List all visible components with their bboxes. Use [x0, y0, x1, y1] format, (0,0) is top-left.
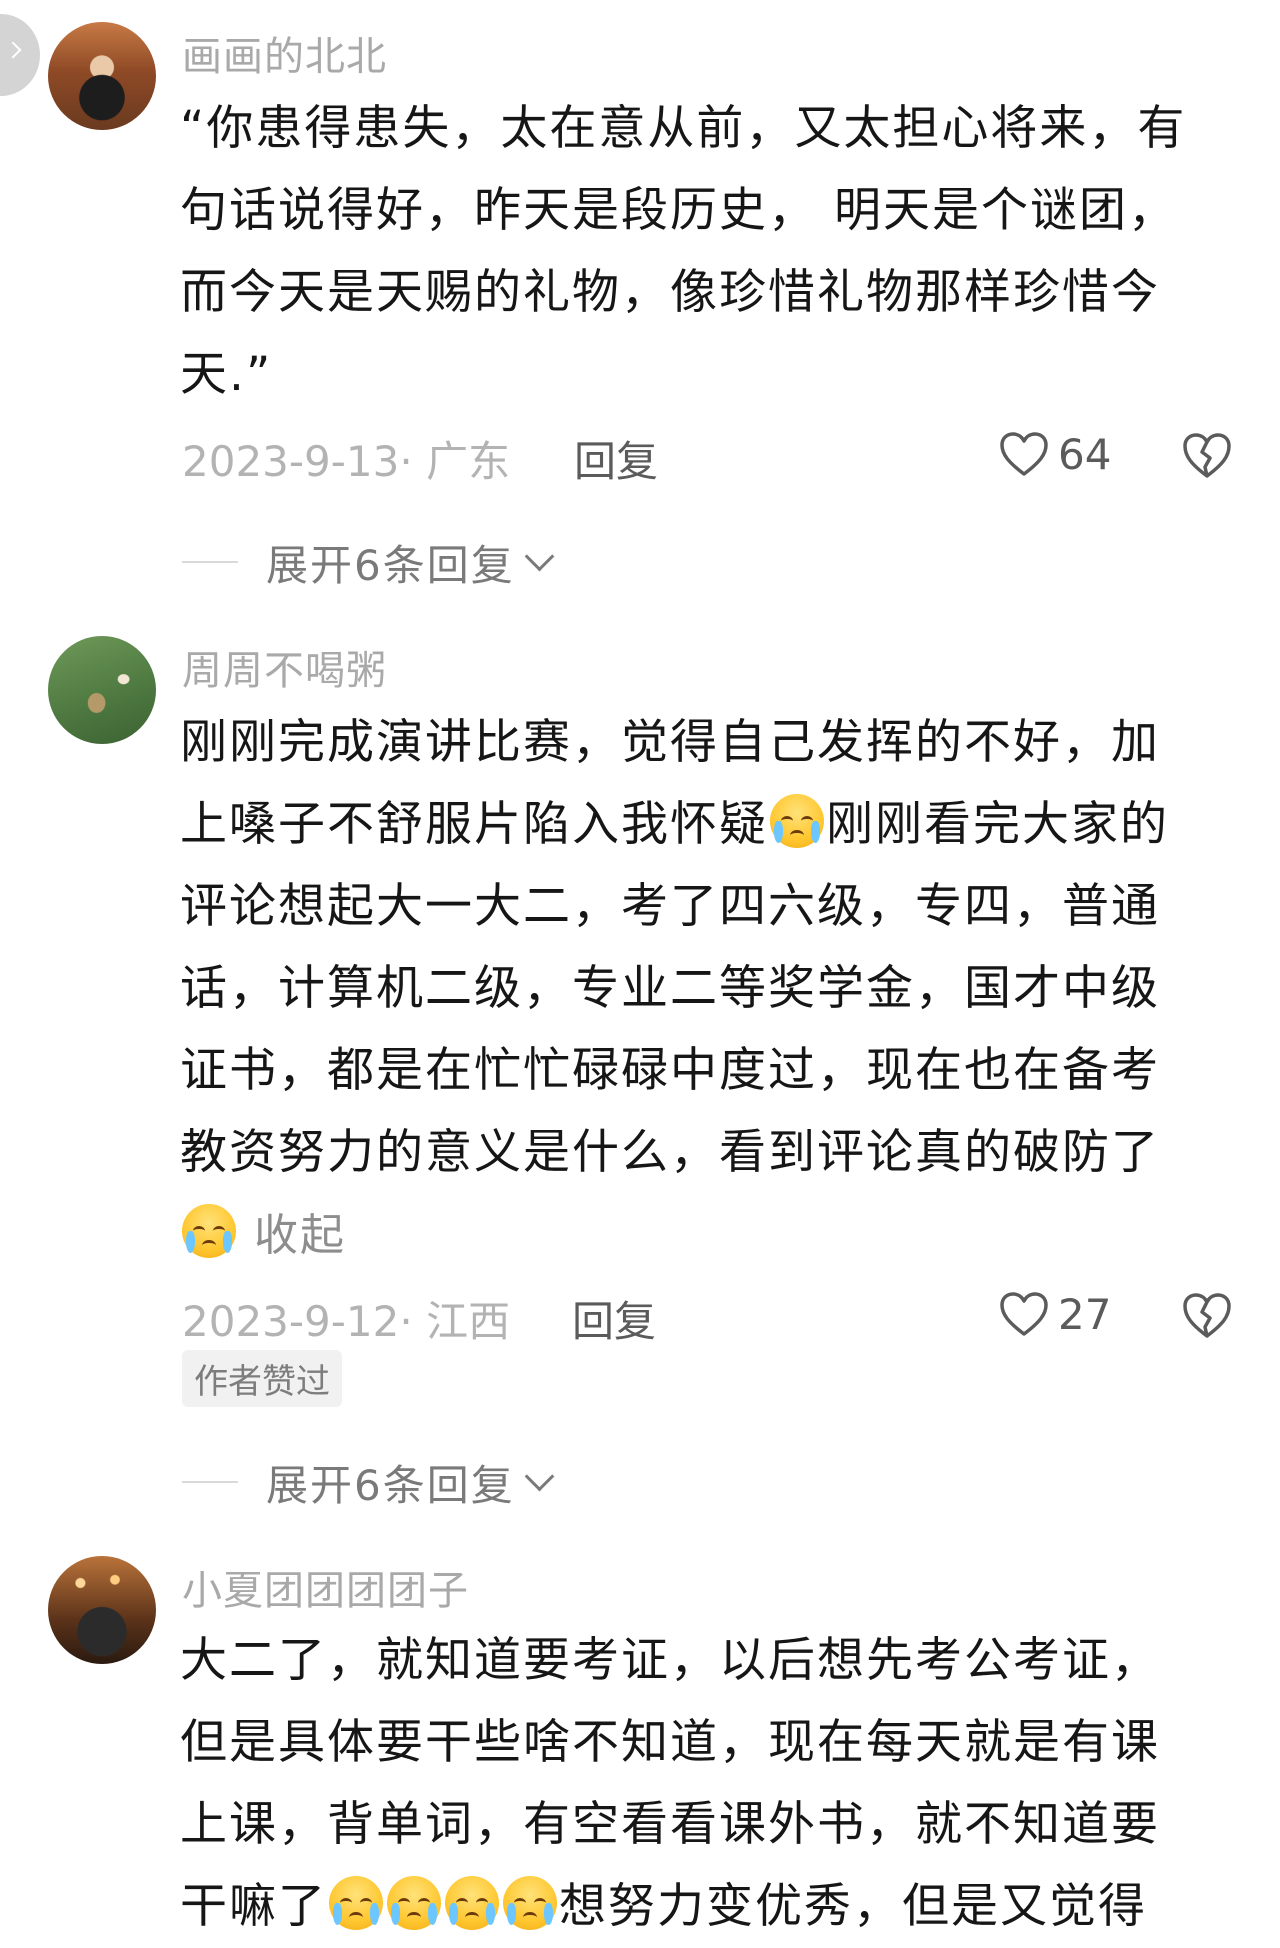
heart-outline-icon [1000, 1292, 1048, 1336]
comment-text-segment: 想努力变优秀，但是又觉得 [559, 1879, 1147, 1934]
comment-line: 句话说得好，昨天是段历史， 明天是个谜团， [180, 183, 1177, 238]
comment-line: 刚刚完成演讲比赛，觉得自己发挥的不好，加 [180, 715, 1160, 770]
broken-heart-icon[interactable] [1180, 430, 1234, 480]
divider [182, 561, 238, 563]
comment-username[interactable]: 画画的北北 [182, 24, 387, 82]
comment-date-location: 2023-9-13· 广东 [182, 437, 511, 486]
like-button[interactable]: 64 [998, 424, 1111, 484]
comment-line: 上嗓子不舒服片陷入我怀疑 刚刚看完大家的 [180, 784, 1250, 866]
like-count: 64 [1058, 429, 1112, 479]
reply-button[interactable]: 回复 [574, 428, 658, 489]
expand-replies-label: 展开6条回复 [266, 540, 515, 590]
comment-line: 天.” [180, 347, 273, 402]
avatar[interactable] [48, 22, 156, 130]
expand-replies-label: 展开6条回复 [266, 1460, 515, 1510]
crying-face-emoji [329, 1876, 383, 1930]
comment-username[interactable]: 周周不喝粥 [182, 638, 387, 696]
crying-face-emoji [387, 1876, 441, 1930]
comment-text-segment: 刚刚看完大家的 [826, 797, 1169, 852]
avatar[interactable] [48, 1556, 156, 1664]
heart-outline-icon [1000, 432, 1048, 476]
chevron-down-icon [524, 1461, 555, 1491]
collapse-button[interactable]: 收起 [254, 1210, 346, 1261]
divider [182, 1481, 238, 1483]
avatar[interactable] [48, 636, 156, 744]
comment-date-location: 2023-9-12· 江西 [182, 1297, 511, 1346]
comment-text: 大二了，就知道要考证，以后想先考公考证， 但是具体要干些啥不知道，现在每天就是有… [180, 1620, 1250, 1948]
chevron-right-icon [4, 41, 22, 59]
crying-face-emoji [445, 1876, 499, 1930]
comment-line: 话，计算机二级，专业二等奖学金，国才中级 [180, 961, 1160, 1016]
comment-line: 干嘛了 想努力变优秀，但是又觉得 [180, 1866, 1250, 1948]
comment-text-segment: 上嗓子不舒服片陷入我怀疑 [180, 797, 768, 852]
expand-replies-button[interactable]: 展开6条回复 [182, 1452, 555, 1512]
comment-line: 但是具体要干些啥不知道，现在每天就是有课 [180, 1715, 1160, 1770]
like-button[interactable]: 27 [998, 1284, 1111, 1344]
reply-button[interactable]: 回复 [572, 1288, 656, 1349]
comment-line: 而今天是天赐的礼物，像珍惜礼物那样珍惜今 [180, 265, 1160, 320]
comment-text: 刚刚完成演讲比赛，觉得自己发挥的不好，加 上嗓子不舒服片陷入我怀疑 刚刚看完大家的… [180, 702, 1250, 1277]
crying-face-emoji [770, 794, 824, 848]
comment-line: 大二了，就知道要考证，以后想先考公考证， [180, 1633, 1160, 1688]
crying-face-emoji [503, 1876, 557, 1930]
comment-line: 上课，背单词，有空看看课外书，就不知道要 [180, 1797, 1160, 1852]
crying-face-emoji [182, 1204, 236, 1258]
comment-line: 评论想起大一大二，考了四六级，专四，普通 [180, 879, 1160, 934]
comment-username[interactable]: 小夏团团团团子 [182, 1558, 469, 1616]
comment-line: 教资努力的意义是什么，看到评论真的破防了 [180, 1125, 1160, 1180]
expand-replies-button[interactable]: 展开6条回复 [182, 532, 555, 592]
chevron-down-icon [524, 541, 555, 571]
comment-line: 证书，都是在忙忙碌碌中度过，现在也在备考 [180, 1043, 1160, 1098]
like-count: 27 [1058, 1289, 1112, 1339]
side-collapse-tab[interactable] [0, 14, 40, 96]
author-liked-badge: 作者赞过 [182, 1350, 342, 1407]
comment-line: 收起 [180, 1194, 1250, 1277]
comment-text-segment: 干嘛了 [180, 1879, 327, 1934]
comment-line: “你患得患失，太在意从前，又太担心将来，有 [180, 101, 1187, 156]
comment-text: “你患得患失，太在意从前，又太担心将来，有 句话说得好，昨天是段历史， 明天是个… [180, 88, 1250, 416]
broken-heart-icon[interactable] [1180, 1290, 1234, 1340]
